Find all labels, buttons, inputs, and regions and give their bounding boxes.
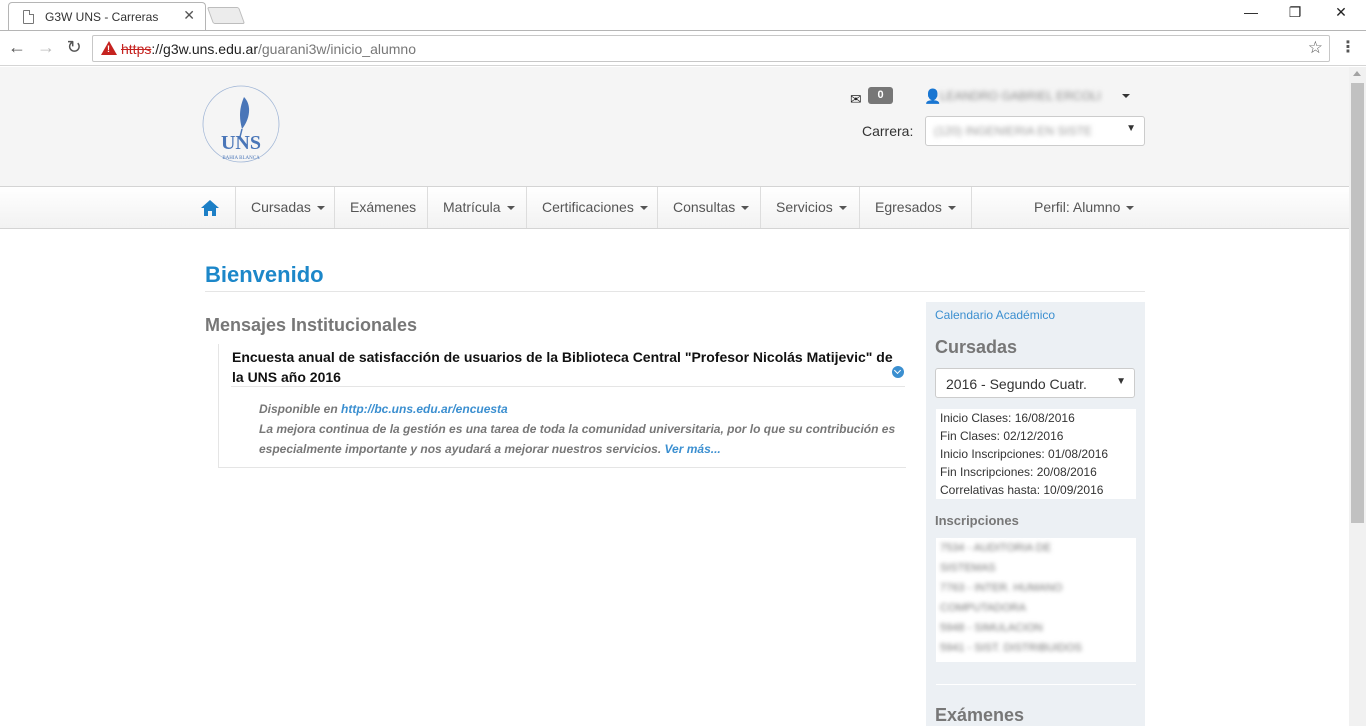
chevron-down-icon [316,206,325,211]
url-text[interactable]: https://g3w.uns.edu.ar/guarani3w/inicio_… [121,41,416,57]
date-line: Correlativas hasta: 10/09/2016 [940,483,1104,497]
mail-count-badge[interactable]: 0 [868,87,893,104]
chevron-down-icon [639,206,648,211]
forward-arrow-icon[interactable]: → [35,37,57,58]
nav-examenes[interactable]: Exámenes [334,187,431,228]
nav-cursadas[interactable]: Cursadas [235,187,340,228]
calendar-link[interactable]: Calendario Académico [935,308,1055,322]
perfil-dropdown[interactable]: Perfil: Alumno [1034,187,1135,228]
period-dates: Inicio Clases: 16/08/2016 Fin Clases: 02… [936,409,1136,499]
chevron-down-icon [838,206,847,211]
tab-title: G3W UNS - Carreras [45,10,159,24]
message-title[interactable]: Encuesta anual de satisfacción de usuari… [232,347,897,387]
page-title: Bienvenido [205,262,324,287]
not-secure-warning-icon[interactable]: ! [101,41,117,55]
home-button[interactable] [193,187,236,228]
date-line: Inicio Clases: 16/08/2016 [940,411,1075,425]
carrera-label: Carrera: [862,123,914,139]
page-favicon-icon [23,10,34,24]
user-icon[interactable]: 👤 [924,88,941,105]
page-content: UNS BAHIA BLANCA ✉ 0 👤 LEANDRO GABRIEL E… [0,67,1349,726]
list-item: 7534 - AUDITORIA DE [940,542,1052,554]
nav-consultas[interactable]: Consultas [657,187,764,228]
back-arrow-icon[interactable]: ← [6,37,28,58]
new-tab-button[interactable] [206,7,246,24]
chevron-down-icon [506,206,515,211]
date-line: Fin Clases: 02/12/2016 [940,429,1064,443]
chevron-down-circle-icon[interactable] [892,366,904,378]
mail-envelope-icon[interactable]: ✉ [850,91,862,108]
svg-text:UNS: UNS [221,132,261,154]
browser-tab[interactable]: G3W UNS - Carreras ✕ [8,2,206,30]
ver-mas-link[interactable]: Ver más... [665,442,721,456]
list-item: 5941 - SIST. DISTRIBUIDOS [940,642,1082,654]
list-item: 5948 - SIMULACION [940,622,1043,634]
minimize-button[interactable]: — [1228,4,1274,20]
site-header: UNS BAHIA BLANCA ✉ 0 👤 LEANDRO GABRIEL E… [0,67,1349,187]
survey-link[interactable]: http://bc.uns.edu.ar/encuesta [341,402,508,416]
maximize-button[interactable]: ❐ [1272,4,1318,21]
reload-icon[interactable]: ↻ [63,37,85,58]
title-divider [205,291,1145,292]
sidebar-divider [936,684,1136,685]
bookmark-star-icon[interactable]: ☆ [1308,38,1323,58]
tab-strip: G3W UNS - Carreras ✕ — ❐ ✕ [0,0,1366,30]
chevron-down-icon [947,206,956,211]
carrera-select-value: (120) INGENIERIA EN SISTE [934,124,1093,138]
list-item: SISTEMAS [940,562,996,574]
address-bar[interactable]: ! https://g3w.uns.edu.ar/guarani3w/inici… [92,35,1330,62]
carrera-select[interactable]: (120) INGENIERIA EN SISTE ▼ [925,116,1145,146]
nav-egresados[interactable]: Egresados [859,187,972,228]
message-divider [231,386,905,387]
scroll-up-arrow-icon[interactable] [1353,71,1361,76]
inscripciones-list: 7534 - AUDITORIA DE SISTEMAS 7763 - INTE… [936,538,1136,662]
browser-menu-icon[interactable]: ⋮ [1340,37,1356,57]
examenes-heading: Exámenes [935,705,1025,725]
user-menu-caret-icon[interactable] [1122,94,1130,98]
date-line: Inicio Inscripciones: 01/08/2016 [940,447,1109,461]
nav-certificaciones[interactable]: Certificaciones [526,187,663,228]
inscripciones-heading: Inscripciones [935,513,1019,528]
tab-close-icon[interactable]: ✕ [183,7,195,24]
nav-matricula[interactable]: Matrícula [427,187,530,228]
uns-logo[interactable]: UNS BAHIA BLANCA [200,83,282,165]
browser-toolbar: ← → ↻ ! https://g3w.uns.edu.ar/guarani3w… [0,30,1366,66]
chevron-down-icon [741,206,750,211]
page-scrollbar[interactable] [1349,67,1366,726]
chevron-down-icon [1126,206,1135,211]
nav-servicios[interactable]: Servicios [760,187,862,228]
cursadas-heading: Cursadas [935,337,1018,357]
scrollbar-thumb[interactable] [1351,83,1364,523]
date-line: Fin Inscripciones: 20/08/2016 [940,465,1097,479]
messages-heading: Mensajes Institucionales [205,315,418,335]
institutional-message: Encuesta anual de satisfacción de usuari… [218,344,906,468]
list-item: 7763 - INTER. HUMANO [940,582,1063,594]
select-arrow-icon: ▼ [1126,123,1136,134]
list-item: COMPUTADORA [940,602,1026,614]
user-name[interactable]: LEANDRO GABRIEL ERCOLI [940,89,1101,103]
main-navbar: Cursadas Exámenes Matrícula Certificacio… [0,186,1349,229]
select-arrow-icon: ▼ [1116,376,1126,387]
period-select[interactable]: 2016 - Segundo Cuatr. ▼ [935,368,1135,398]
period-select-value: 2016 - Segundo Cuatr. [946,376,1087,392]
message-body: Disponible en http://bc.uns.edu.ar/encue… [259,402,896,456]
home-icon [201,200,219,216]
sidebar: Calendario Académico Cursadas 2016 - Seg… [926,302,1145,726]
svg-text:BAHIA BLANCA: BAHIA BLANCA [222,156,260,161]
close-window-button[interactable]: ✕ [1318,4,1364,21]
